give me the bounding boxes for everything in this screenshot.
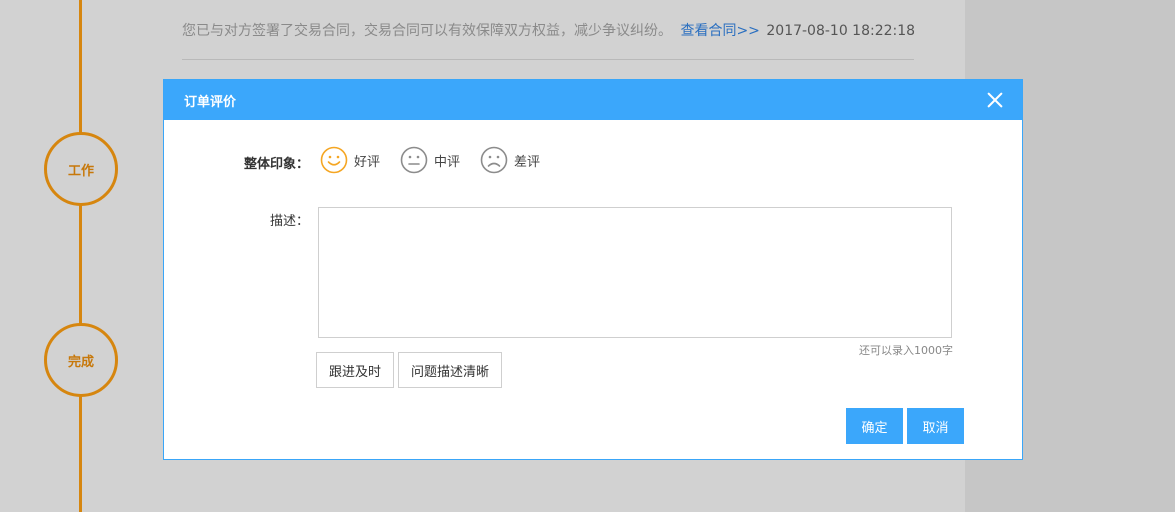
impression-label: 整体印象：	[244, 157, 310, 172]
rating-bad[interactable]: 差评	[480, 146, 540, 174]
quick-tags: 跟进及时 问题描述清晰	[316, 352, 506, 388]
cancel-button[interactable]: 取消	[907, 408, 964, 444]
view-contract-link[interactable]: 查看合同>>	[680, 23, 759, 39]
char-count: 还可以录入1000字	[859, 344, 953, 357]
order-review-dialog: 订单评价 整体印象： 好评 中评 差评 描述： 还可以录入1000字 跟进及时 …	[163, 79, 1023, 460]
neutral-face-icon	[400, 146, 428, 174]
divider	[182, 59, 914, 60]
timeline-node-done: 完成	[44, 323, 118, 397]
rating-group: 好评 中评 差评	[320, 146, 560, 174]
activity-entry: 您已与对方签署了交易合同，交易合同可以有效保障双方权益，减少争议纠纷。 查看合同…	[182, 20, 915, 40]
rating-neutral[interactable]: 中评	[400, 146, 460, 174]
dialog-header: 订单评价	[164, 80, 1022, 120]
tag-clear-description[interactable]: 问题描述清晰	[398, 352, 503, 388]
dialog-actions: 确定 取消	[846, 408, 968, 444]
dialog-title: 订单评价	[184, 94, 237, 110]
activity-timestamp: 2017-08-10 18:22:18	[766, 23, 916, 39]
activity-text: 您已与对方签署了交易合同，交易合同可以有效保障双方权益，减少争议纠纷。	[182, 23, 672, 39]
rating-good[interactable]: 好评	[320, 146, 380, 174]
description-label: 描述：	[270, 214, 310, 229]
smile-icon	[320, 146, 348, 174]
rating-good-label: 好评	[354, 154, 381, 170]
close-icon[interactable]	[986, 91, 1004, 109]
confirm-button[interactable]: 确定	[846, 408, 903, 444]
rating-bad-label: 差评	[514, 154, 541, 170]
sad-face-icon	[480, 146, 508, 174]
timeline-node-work: 工作	[44, 132, 118, 206]
timeline-line	[79, 0, 82, 512]
tag-follow-up-timely[interactable]: 跟进及时	[316, 352, 395, 388]
rating-neutral-label: 中评	[434, 154, 461, 170]
description-input[interactable]	[318, 207, 952, 338]
